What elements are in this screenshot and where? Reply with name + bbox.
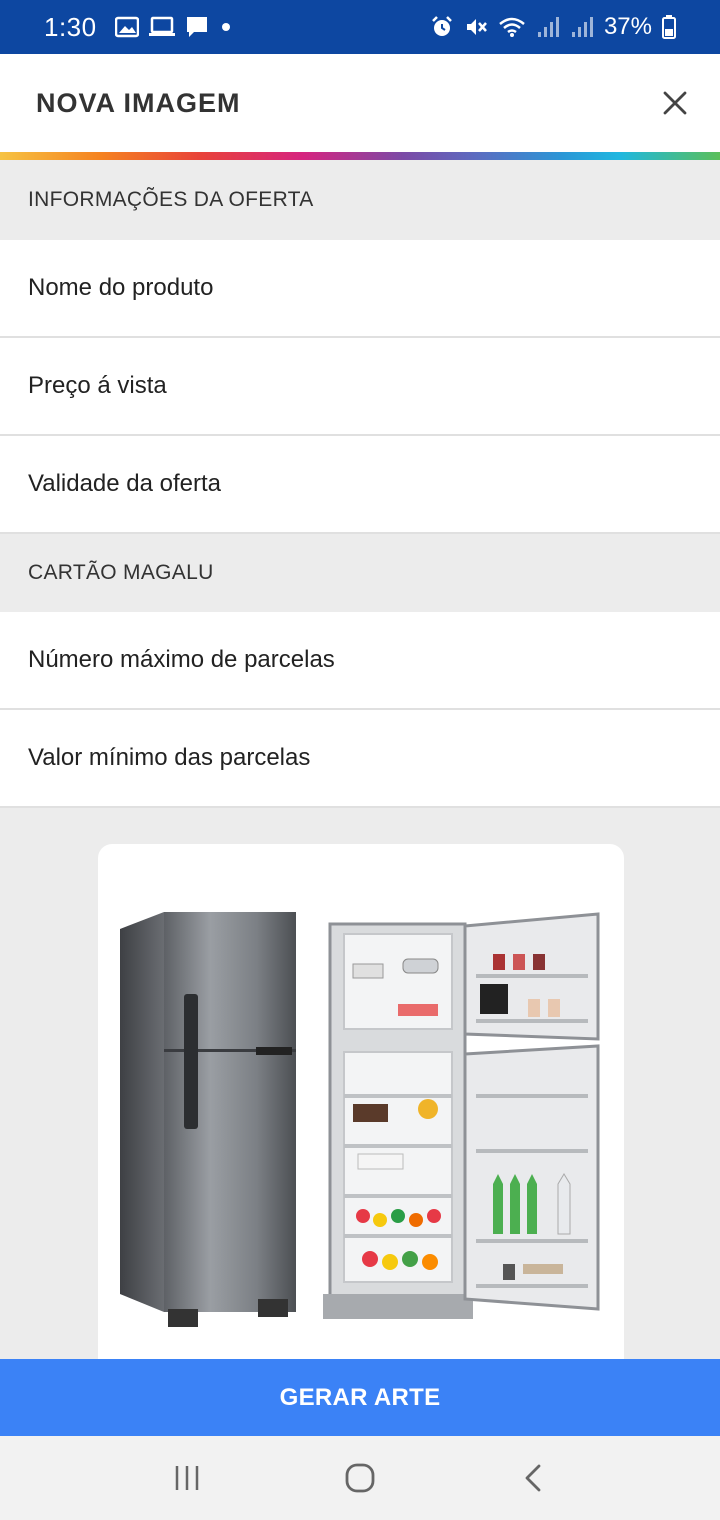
status-left-icons — [114, 15, 233, 39]
signal-icon — [536, 16, 560, 38]
product-name-input[interactable] — [28, 274, 720, 302]
validity-row — [0, 436, 720, 534]
wifi-icon — [498, 16, 526, 38]
rainbow-divider — [0, 152, 720, 160]
chat-icon — [185, 15, 209, 39]
close-icon — [663, 91, 687, 115]
close-button[interactable] — [660, 88, 690, 118]
min-installment-row — [0, 710, 720, 808]
back-icon — [525, 1464, 541, 1492]
generate-art-button[interactable]: GERAR ARTE — [0, 1359, 720, 1436]
price-input[interactable] — [28, 372, 720, 400]
status-bar: 1:30 37% — [0, 0, 720, 54]
laptop-icon — [148, 16, 175, 38]
max-installments-row — [0, 612, 720, 710]
page-title: NOVA IMAGEM — [36, 87, 241, 118]
battery-icon — [662, 15, 676, 39]
battery-percent: 37% — [603, 13, 652, 40]
recents-button[interactable] — [157, 1448, 217, 1508]
max-installments-input[interactable] — [28, 646, 720, 674]
back-button[interactable] — [503, 1448, 563, 1508]
refrigerator-illustration — [120, 912, 600, 1327]
home-icon — [345, 1463, 375, 1493]
product-name-row — [0, 240, 720, 338]
alarm-icon — [430, 15, 454, 39]
app-header: NOVA IMAGEM — [0, 54, 720, 152]
image-icon — [114, 16, 139, 38]
status-time: 1:30 — [44, 11, 97, 42]
system-nav-bar — [0, 1436, 720, 1520]
min-installment-input[interactable] — [28, 744, 720, 772]
validity-input[interactable] — [28, 470, 720, 498]
refrigerator-image — [108, 854, 614, 1359]
mute-icon — [464, 15, 488, 39]
offer-form: INFORMAÇÕES DA OFERTA CARTÃO MAGALU — [0, 160, 720, 808]
section-header-offer: INFORMAÇÕES DA OFERTA — [0, 160, 720, 240]
recents-icon — [175, 1466, 198, 1490]
home-button[interactable] — [330, 1448, 390, 1508]
signal-icon — [570, 16, 594, 38]
dot-icon — [219, 20, 233, 34]
price-row — [0, 338, 720, 436]
section-header-card: CARTÃO MAGALU — [0, 534, 720, 612]
image-preview-area — [0, 808, 720, 1359]
image-dropzone[interactable] — [98, 844, 624, 1359]
status-right-icons: 37% — [430, 13, 676, 41]
